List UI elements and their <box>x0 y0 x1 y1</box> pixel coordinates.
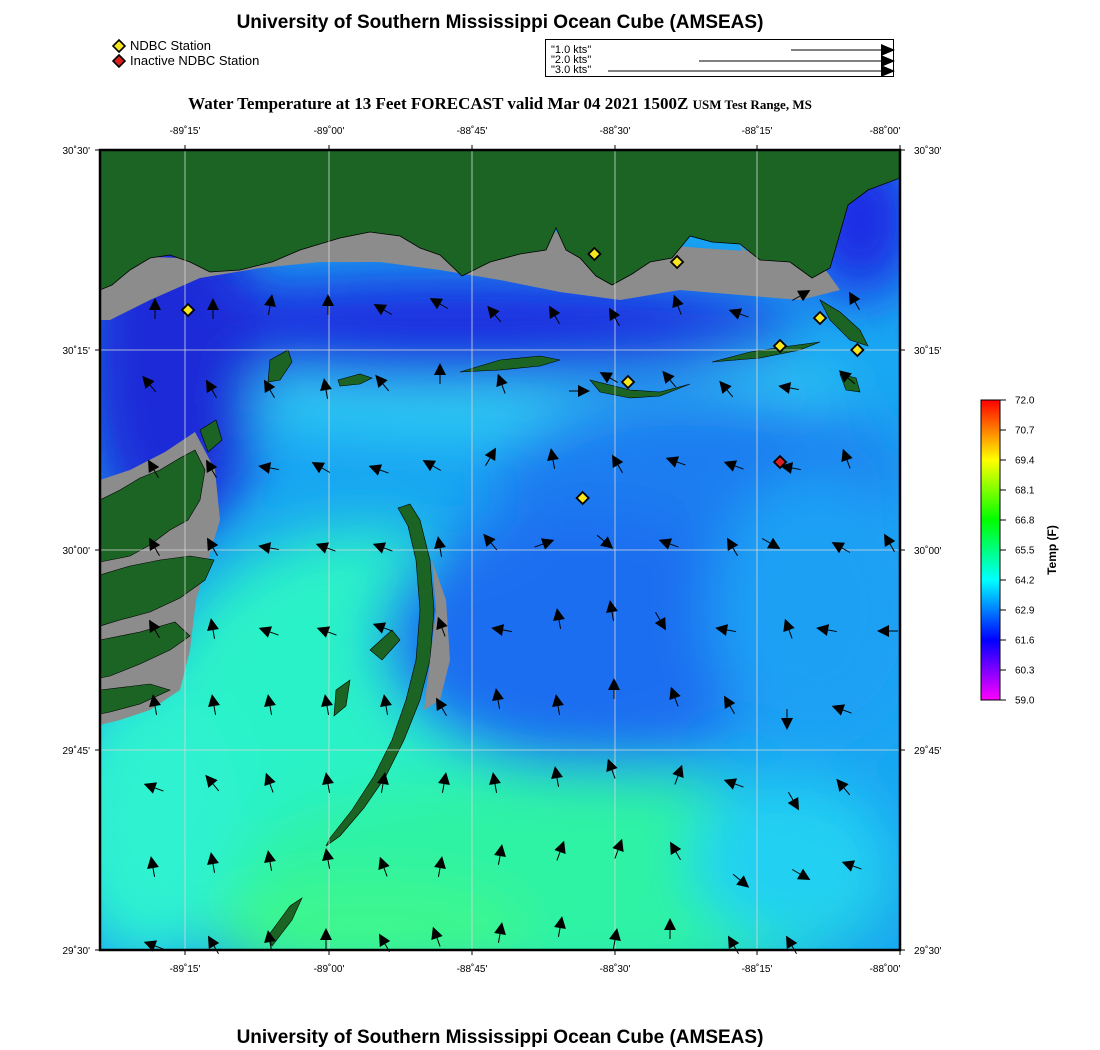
lat-label-right-3: 30˚00' <box>914 545 942 557</box>
lon-label-top-1: -89˚15' <box>170 125 201 137</box>
lat-label-left-3: 30˚00' <box>63 545 91 557</box>
lat-label-right-5: 29˚30' <box>914 945 942 957</box>
lon-label-top-3: -88˚45' <box>457 125 488 137</box>
lat-label-left-2: 30˚15' <box>63 345 91 357</box>
colorbar-title: Temp (F) <box>1045 525 1059 575</box>
lon-label-top-2: -89˚00' <box>314 125 345 137</box>
colorbar-tick-label: 69.4 <box>1015 456 1035 467</box>
lon-label-bottom-6: -88˚00' <box>870 963 901 975</box>
lon-label-bottom-3: -88˚45' <box>457 963 488 975</box>
lon-label-top-6: -88˚00' <box>870 125 901 137</box>
lat-label-right-1: 30˚30' <box>914 145 942 157</box>
lon-label-bottom-2: -89˚00' <box>314 963 345 975</box>
lat-label-right-2: 30˚15' <box>914 345 942 357</box>
lon-label-top-4: -88˚30' <box>600 125 631 137</box>
lat-label-left-4: 29˚45' <box>63 745 91 757</box>
colorbar-tick-label: 64.2 <box>1015 576 1035 587</box>
colorbar-tick-label: 65.5 <box>1015 546 1035 557</box>
colorbar-tick-label: 62.9 <box>1015 606 1035 617</box>
colorbar-tick-label: 59.0 <box>1015 696 1035 707</box>
colorbar-tick-label: 61.6 <box>1015 636 1035 647</box>
colorbar-tick-label: 72.0 <box>1015 396 1035 407</box>
lat-label-right-4: 29˚45' <box>914 745 942 757</box>
lon-label-bottom-4: -88˚30' <box>600 963 631 975</box>
lat-label-left-5: 29˚30' <box>63 945 91 957</box>
lon-label-top-5: -88˚15' <box>742 125 773 137</box>
colorbar-tick-label: 60.3 <box>1015 666 1035 677</box>
colorbar-tick-label: 70.7 <box>1015 426 1035 437</box>
lon-label-bottom-5: -88˚15' <box>742 963 773 975</box>
colorbar-tick-label: 68.1 <box>1015 486 1035 497</box>
lat-label-left-1: 30˚30' <box>63 145 91 157</box>
footer-title: University of Southern Mississippi Ocean… <box>236 1027 764 1048</box>
temperature-colorbar: 72.0 70.7 69.4 68.1 66.8 65.5 64.2 62.9 61.6 60.3… <box>980 396 1059 707</box>
lon-label-bottom-1: -89˚15' <box>170 963 201 975</box>
map-figure: -89˚15' -89˚00' -88˚45' -88˚30' -88˚15' … <box>63 125 1060 975</box>
colorbar-tick-label: 66.8 <box>1015 516 1035 527</box>
